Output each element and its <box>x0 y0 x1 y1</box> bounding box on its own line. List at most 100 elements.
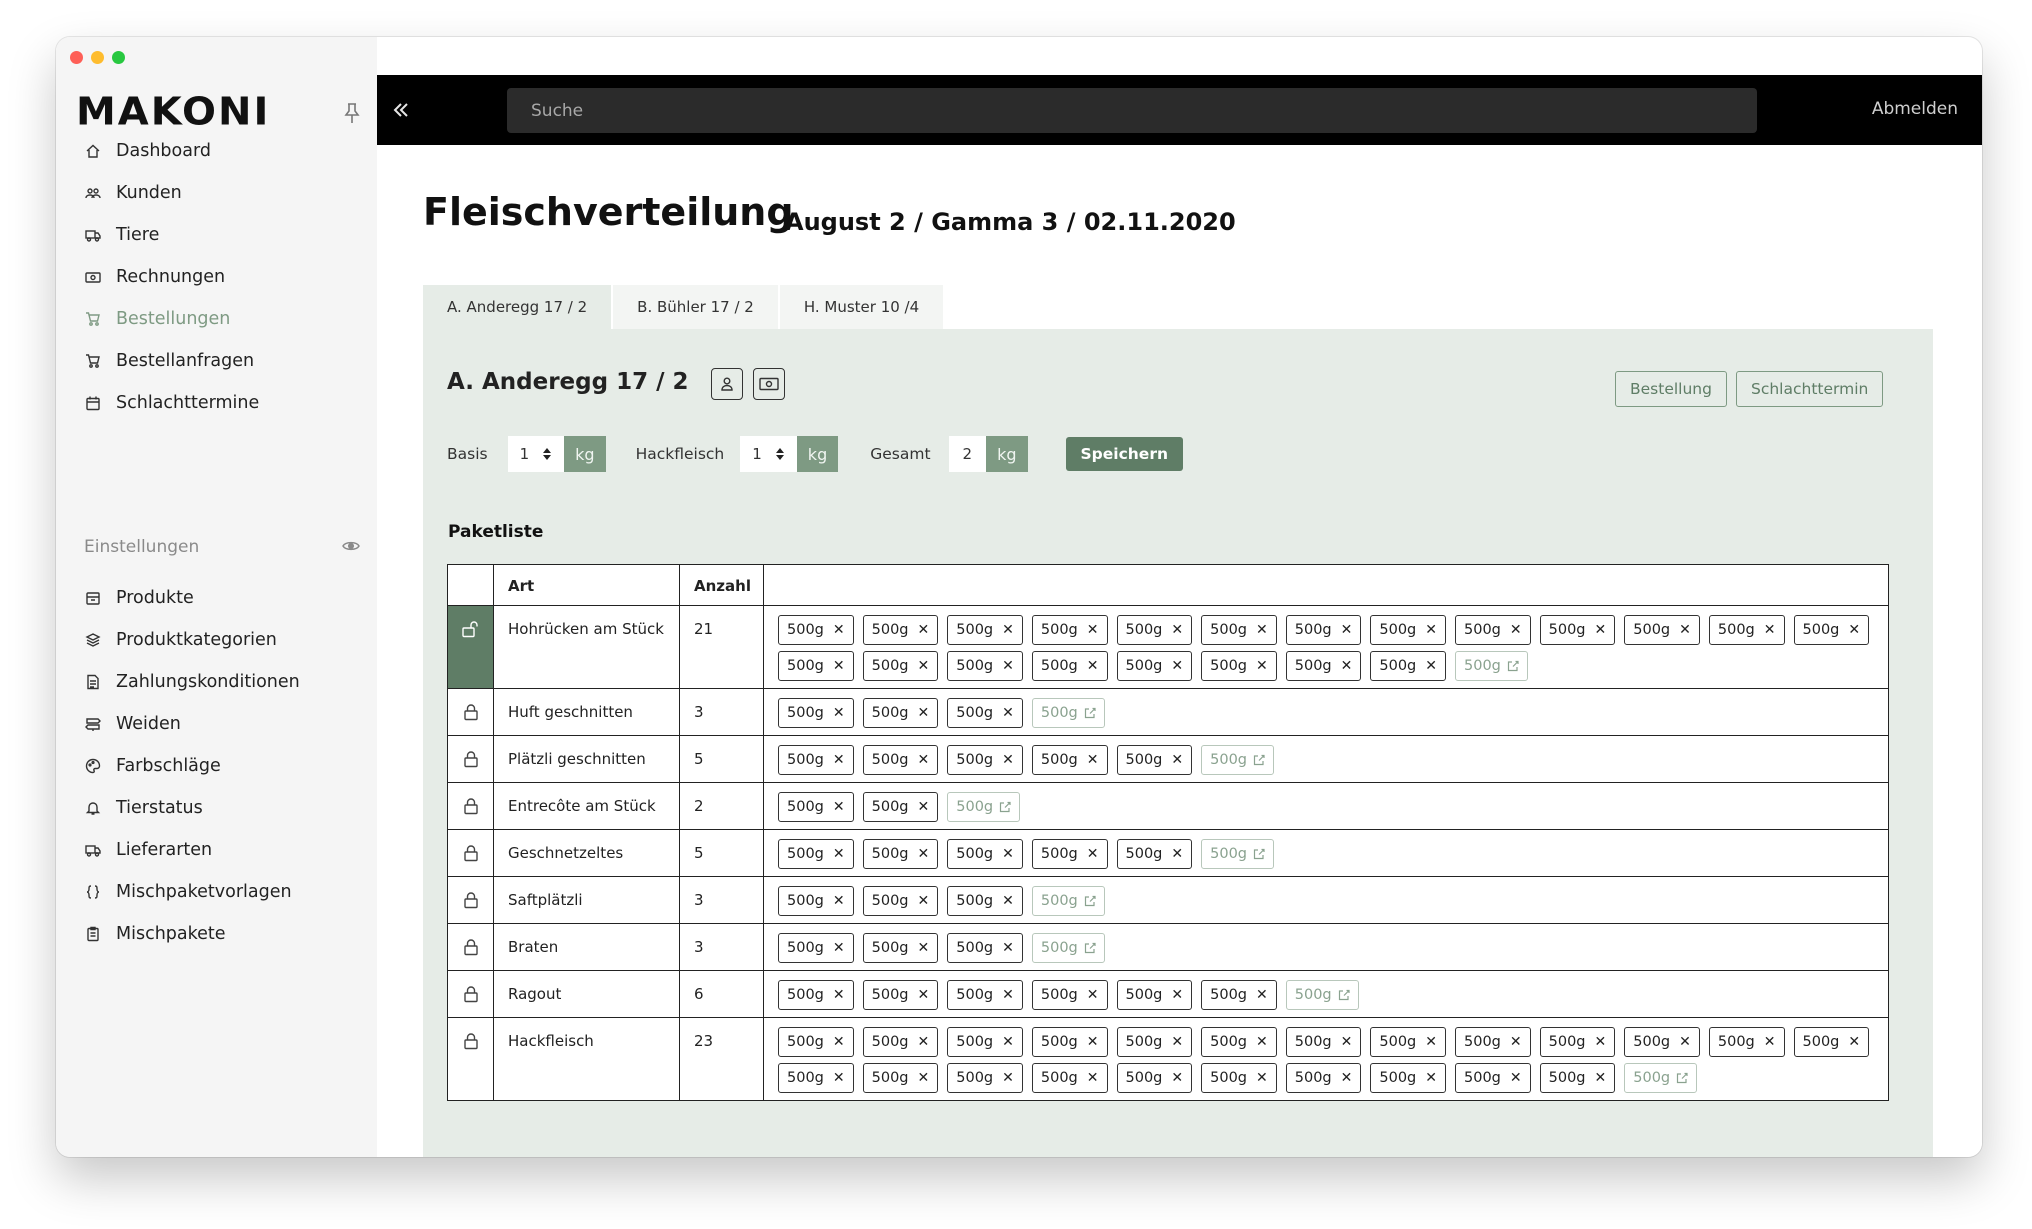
add-package-chip[interactable]: 500g <box>947 792 1021 822</box>
package-chip[interactable]: 500g ✕ <box>1285 1027 1362 1057</box>
remove-icon[interactable]: ✕ <box>833 846 845 862</box>
remove-icon[interactable]: ✕ <box>1341 622 1353 638</box>
package-chip[interactable]: 500g ✕ <box>778 1063 854 1093</box>
close-window-button[interactable] <box>70 51 83 64</box>
package-chip[interactable]: 500g ✕ <box>947 651 1023 681</box>
package-chip[interactable]: 500g ✕ <box>1455 1063 1531 1093</box>
remove-icon[interactable]: ✕ <box>1002 622 1014 638</box>
add-package-chip[interactable]: 500g <box>1624 1063 1698 1093</box>
remove-icon[interactable]: ✕ <box>1341 658 1353 674</box>
remove-icon[interactable]: ✕ <box>1256 1070 1268 1086</box>
package-chip[interactable]: 500g ✕ <box>947 980 1023 1010</box>
remove-icon[interactable]: ✕ <box>918 1034 930 1050</box>
sidebar-item-produkte[interactable]: Produkte <box>84 577 300 619</box>
remove-icon[interactable]: ✕ <box>1425 658 1437 674</box>
lock-icon[interactable] <box>448 736 494 782</box>
sidebar-item-mischpaketvorlagen[interactable]: Mischpaketvorlagen <box>84 871 300 913</box>
lock-icon[interactable] <box>448 689 494 735</box>
package-chip[interactable]: 500g ✕ <box>1031 651 1108 681</box>
remove-icon[interactable]: ✕ <box>1002 893 1014 909</box>
unlock-icon[interactable] <box>448 606 494 688</box>
package-chip[interactable]: 500g ✕ <box>947 615 1023 645</box>
sidebar-item-farbschläge[interactable]: Farbschläge <box>84 745 300 787</box>
remove-icon[interactable]: ✕ <box>918 799 930 815</box>
remove-icon[interactable]: ✕ <box>1848 1034 1860 1050</box>
package-chip[interactable]: 500g ✕ <box>1116 651 1193 681</box>
add-package-chip[interactable]: 500g <box>1031 933 1105 963</box>
slaughter-date-button[interactable]: Schlachttermin <box>1736 371 1884 407</box>
tab-b-bühler-17-2[interactable]: B. Bühler 17 / 2 <box>613 285 778 329</box>
remove-icon[interactable]: ✕ <box>1256 622 1268 638</box>
customer-invoice-button[interactable] <box>753 368 785 400</box>
package-chip[interactable]: 500g ✕ <box>778 980 854 1010</box>
sidebar-item-tierstatus[interactable]: Tierstatus <box>84 787 300 829</box>
package-chip[interactable]: 500g ✕ <box>1201 651 1277 681</box>
tab-h-muster-10-4[interactable]: H. Muster 10 /4 <box>779 285 944 329</box>
package-chip[interactable]: 500g ✕ <box>947 745 1023 775</box>
remove-icon[interactable]: ✕ <box>833 893 845 909</box>
package-chip[interactable]: 500g ✕ <box>1201 615 1277 645</box>
package-chip[interactable]: 500g ✕ <box>1793 1027 1870 1057</box>
package-chip[interactable]: 500g ✕ <box>778 698 854 728</box>
remove-icon[interactable]: ✕ <box>918 846 930 862</box>
lock-icon[interactable] <box>448 783 494 829</box>
basis-stepper[interactable]: 1 <box>507 436 565 472</box>
package-chip[interactable]: 500g ✕ <box>778 933 854 963</box>
package-chip[interactable]: 500g ✕ <box>778 839 854 869</box>
remove-icon[interactable]: ✕ <box>918 893 930 909</box>
remove-icon[interactable]: ✕ <box>833 987 845 1003</box>
remove-icon[interactable]: ✕ <box>1425 1034 1437 1050</box>
package-chip[interactable]: 500g ✕ <box>862 698 939 728</box>
package-chip[interactable]: 500g ✕ <box>1116 839 1193 869</box>
sidebar-item-kunden[interactable]: Kunden <box>84 172 259 214</box>
collapse-sidebar-icon[interactable] <box>389 98 413 122</box>
remove-icon[interactable]: ✕ <box>1764 1034 1776 1050</box>
package-chip[interactable]: 500g ✕ <box>947 886 1023 916</box>
remove-icon[interactable]: ✕ <box>833 752 845 768</box>
remove-icon[interactable]: ✕ <box>1679 622 1691 638</box>
remove-icon[interactable]: ✕ <box>918 622 930 638</box>
remove-icon[interactable]: ✕ <box>1002 705 1014 721</box>
package-chip[interactable]: 500g ✕ <box>1116 1027 1193 1057</box>
remove-icon[interactable]: ✕ <box>1171 1070 1183 1086</box>
package-chip[interactable]: 500g ✕ <box>778 886 854 916</box>
sidebar-item-mischpakete[interactable]: Mischpakete <box>84 913 300 955</box>
package-chip[interactable]: 500g ✕ <box>778 615 854 645</box>
package-chip[interactable]: 500g ✕ <box>862 886 939 916</box>
remove-icon[interactable]: ✕ <box>1595 1034 1607 1050</box>
package-chip[interactable]: 500g ✕ <box>1539 615 1616 645</box>
package-chip[interactable]: 500g ✕ <box>1031 615 1108 645</box>
remove-icon[interactable]: ✕ <box>1002 658 1014 674</box>
remove-icon[interactable]: ✕ <box>918 658 930 674</box>
package-chip[interactable]: 500g ✕ <box>1708 1027 1785 1057</box>
remove-icon[interactable]: ✕ <box>1510 622 1522 638</box>
package-chip[interactable]: 500g ✕ <box>862 980 939 1010</box>
remove-icon[interactable]: ✕ <box>1171 1034 1183 1050</box>
remove-icon[interactable]: ✕ <box>1087 987 1099 1003</box>
package-chip[interactable]: 500g ✕ <box>1201 1027 1277 1057</box>
remove-icon[interactable]: ✕ <box>1087 1070 1099 1086</box>
customer-profile-button[interactable] <box>711 368 743 400</box>
package-chip[interactable]: 500g ✕ <box>1031 980 1108 1010</box>
remove-icon[interactable]: ✕ <box>833 658 845 674</box>
remove-icon[interactable]: ✕ <box>833 1070 845 1086</box>
save-button[interactable]: Speichern <box>1065 437 1183 471</box>
package-chip[interactable]: 500g ✕ <box>1624 615 1700 645</box>
remove-icon[interactable]: ✕ <box>1256 1034 1268 1050</box>
remove-icon[interactable]: ✕ <box>1510 1034 1522 1050</box>
remove-icon[interactable]: ✕ <box>1171 622 1183 638</box>
remove-icon[interactable]: ✕ <box>918 987 930 1003</box>
remove-icon[interactable]: ✕ <box>918 752 930 768</box>
package-chip[interactable]: 500g ✕ <box>862 615 939 645</box>
search-input[interactable] <box>507 88 1757 133</box>
package-chip[interactable]: 500g ✕ <box>947 1063 1023 1093</box>
package-chip[interactable]: 500g ✕ <box>1285 651 1362 681</box>
sidebar-item-bestellanfragen[interactable]: Bestellanfragen <box>84 340 259 382</box>
sidebar-item-lieferarten[interactable]: Lieferarten <box>84 829 300 871</box>
package-chip[interactable]: 500g ✕ <box>1031 745 1108 775</box>
package-chip[interactable]: 500g ✕ <box>1116 980 1193 1010</box>
lock-icon[interactable] <box>448 830 494 876</box>
package-chip[interactable]: 500g ✕ <box>862 1063 939 1093</box>
package-chip[interactable]: 500g ✕ <box>1539 1063 1616 1093</box>
remove-icon[interactable]: ✕ <box>1595 622 1607 638</box>
